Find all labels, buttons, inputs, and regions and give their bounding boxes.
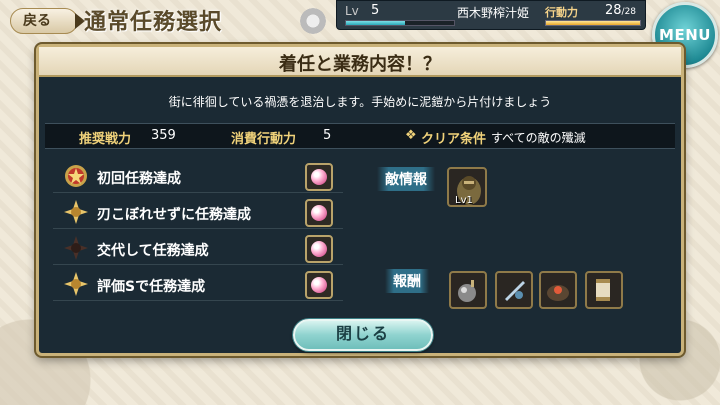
bomb-item-icon	[458, 280, 476, 302]
recommended-power-value: 359	[151, 128, 176, 143]
clear-condition-value: すべての敵の殲滅	[491, 131, 586, 145]
mission-reward-orb[interactable]	[305, 235, 333, 263]
close-button[interactable]: 閉じる	[293, 319, 433, 351]
enemy-info-label: 敵情報	[377, 167, 435, 191]
reward-item[interactable]	[449, 271, 487, 309]
reward-item[interactable]	[585, 271, 623, 309]
mission-row: 初回任務達成	[53, 163, 343, 193]
mission-description: 街に徘徊している禍憑を退治します。手始めに泥鎧から片付けましょう	[168, 95, 552, 109]
player-name: 西木野榨汁姫	[456, 6, 529, 20]
mission-reward-orb[interactable]	[305, 271, 333, 299]
mission-text: 交代して任務達成	[97, 243, 209, 259]
level-label: Lv	[345, 4, 359, 18]
level-value: 5	[371, 3, 380, 18]
gold-medal-icon	[64, 200, 88, 224]
reward-item[interactable]	[495, 271, 533, 309]
stamina-current: 28	[605, 3, 622, 18]
stamina-cost-label: 消費行動力	[231, 132, 297, 147]
mission-reward-orb[interactable]	[305, 199, 333, 227]
reward-item[interactable]	[539, 271, 577, 309]
stamina-bar-fill	[546, 21, 640, 25]
clear-condition-icon: ❖	[405, 128, 417, 143]
exp-bar-fill	[346, 21, 406, 25]
stamina-cost-value: 5	[323, 128, 332, 143]
mission-row: 交代して任務達成	[53, 235, 343, 265]
charm-item-icon	[547, 285, 569, 301]
enemy-level: Lv1	[455, 195, 473, 206]
red-medal-icon	[65, 165, 87, 187]
mission-reward-orb[interactable]	[305, 163, 333, 191]
blade-item-icon	[505, 281, 525, 301]
clear-condition-label: クリア条件	[421, 132, 487, 147]
mission-detail-dialog: 着任と業務内容！？ 街に徘徊している禍憑を退治します。手始めに泥鎧から片付けまし…	[36, 44, 684, 356]
dark-medal-icon	[64, 236, 88, 260]
mission-row: 評価Sで任務達成	[53, 271, 343, 301]
enemy-portrait[interactable]: Lv1	[447, 167, 487, 207]
recommended-power-label: 推奨戦力	[79, 132, 132, 147]
dialog-header: 着任と業務内容！？	[39, 47, 681, 77]
mission-stats-row: 推奨戦力 359 消費行動力 5 ❖ クリア条件 すべての敵の殲滅	[45, 123, 675, 149]
mission-text: 初回任務達成	[97, 171, 181, 187]
mission-row: 刃こぼれせずに任務達成	[53, 199, 343, 229]
back-button[interactable]: 戻る	[10, 8, 85, 34]
gold-medal-icon	[64, 272, 88, 296]
top-bar: 戻る 通常任務選択 Lv 5 西木野榨汁姫 行動力 28/28 MENU	[0, 0, 720, 68]
mission-text: 刃こぼれせずに任務達成	[97, 207, 251, 223]
reward-label: 報酬	[385, 269, 429, 293]
stamina-value: 28/28	[605, 3, 636, 18]
player-status-panel: Lv 5 西木野榨汁姫 行動力 28/28	[336, 0, 646, 30]
stamina-max: /28	[621, 7, 637, 17]
dialog-title: 着任と業務内容！？	[279, 54, 441, 75]
flower-crest-icon	[298, 6, 328, 36]
stamina-label: 行動力	[545, 6, 578, 19]
screen-title: 通常任務選択	[84, 9, 223, 35]
mission-text: 評価Sで任務達成	[97, 279, 206, 295]
scroll-item-icon	[596, 279, 610, 301]
stamina-bar	[545, 20, 641, 26]
